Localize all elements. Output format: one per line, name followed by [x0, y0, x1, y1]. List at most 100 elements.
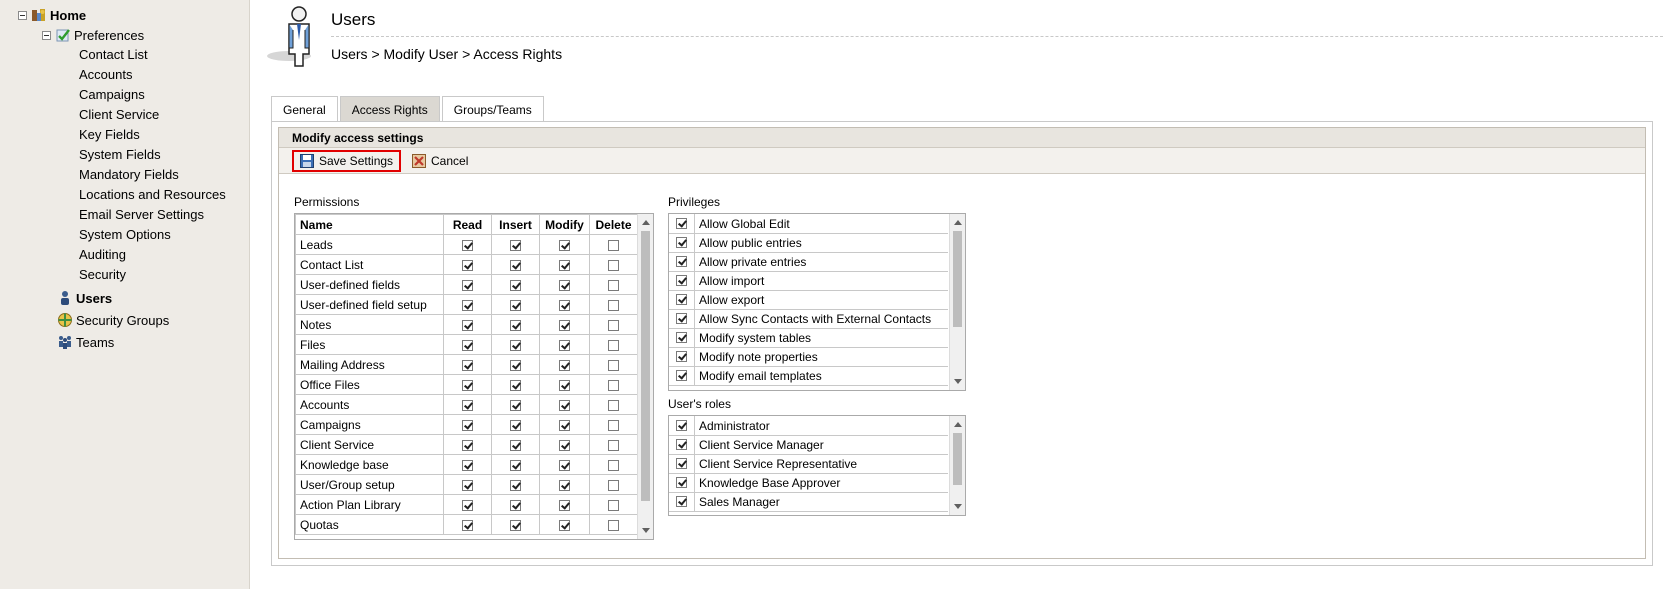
modify-checkbox[interactable]	[559, 319, 570, 331]
tree-item-security-groups[interactable]: Security Groups	[57, 310, 169, 330]
modify-checkbox[interactable]	[559, 339, 570, 351]
delete-checkbox[interactable]	[608, 279, 619, 291]
item-checkbox[interactable]	[676, 458, 687, 469]
scroll-up-arrow-icon[interactable]	[954, 220, 962, 225]
item-checkbox[interactable]	[676, 313, 687, 324]
scroll-thumb[interactable]	[953, 231, 962, 327]
delete-checkbox[interactable]	[608, 379, 619, 391]
delete-checkbox[interactable]	[608, 339, 619, 351]
read-checkbox[interactable]	[462, 479, 473, 491]
role-item[interactable]: Client Service Representative	[669, 453, 948, 474]
insert-checkbox[interactable]	[510, 519, 521, 531]
cancel-button[interactable]: Cancel	[406, 150, 474, 172]
scroll-thumb[interactable]	[953, 433, 962, 485]
item-checkbox[interactable]	[676, 370, 687, 381]
delete-checkbox[interactable]	[608, 299, 619, 311]
tab-access-rights[interactable]: Access Rights	[339, 96, 440, 122]
modify-checkbox[interactable]	[559, 259, 570, 271]
scroll-up-arrow-icon[interactable]	[642, 220, 650, 225]
modify-checkbox[interactable]	[559, 499, 570, 511]
read-checkbox[interactable]	[462, 399, 473, 411]
insert-checkbox[interactable]	[510, 499, 521, 511]
modify-checkbox[interactable]	[559, 519, 570, 531]
item-checkbox[interactable]	[676, 275, 687, 286]
tree-item-system-options[interactable]: System Options	[79, 224, 171, 244]
role-item[interactable]: Administrator	[669, 416, 948, 436]
tree-item-users[interactable]: Users	[57, 288, 112, 308]
insert-checkbox[interactable]	[510, 399, 521, 411]
read-checkbox[interactable]	[462, 319, 473, 331]
modify-checkbox[interactable]	[559, 399, 570, 411]
read-checkbox[interactable]	[462, 499, 473, 511]
item-checkbox[interactable]	[676, 332, 687, 343]
modify-checkbox[interactable]	[559, 359, 570, 371]
insert-checkbox[interactable]	[510, 319, 521, 331]
delete-checkbox[interactable]	[608, 459, 619, 471]
scroll-thumb[interactable]	[641, 231, 650, 501]
tree-item-accounts[interactable]: Accounts	[79, 64, 132, 84]
scroll-down-arrow-icon[interactable]	[642, 528, 650, 533]
item-checkbox[interactable]	[676, 439, 687, 450]
scroll-up-arrow-icon[interactable]	[954, 422, 962, 427]
modify-checkbox[interactable]	[559, 299, 570, 311]
insert-checkbox[interactable]	[510, 419, 521, 431]
privilege-item[interactable]: Modify email templates	[669, 365, 948, 386]
scroll-down-arrow-icon[interactable]	[954, 379, 962, 384]
insert-checkbox[interactable]	[510, 479, 521, 491]
tree-item-email-server-settings[interactable]: Email Server Settings	[79, 204, 204, 224]
item-checkbox[interactable]	[676, 294, 687, 305]
modify-checkbox[interactable]	[559, 239, 570, 251]
read-checkbox[interactable]	[462, 299, 473, 311]
privilege-item[interactable]: Allow private entries	[669, 251, 948, 272]
privilege-item[interactable]: Allow Global Edit	[669, 214, 948, 234]
tree-item-preferences[interactable]: Preferences	[42, 25, 144, 45]
tree-item-contact-list[interactable]: Contact List	[79, 44, 148, 64]
role-item[interactable]: Client Service Manager	[669, 434, 948, 455]
insert-checkbox[interactable]	[510, 359, 521, 371]
tab-groups-teams[interactable]: Groups/Teams	[441, 96, 544, 122]
tree-item-teams[interactable]: Teams	[57, 332, 114, 352]
delete-checkbox[interactable]	[608, 439, 619, 451]
tree-item-mandatory-fields[interactable]: Mandatory Fields	[79, 164, 179, 184]
read-checkbox[interactable]	[462, 439, 473, 451]
insert-checkbox[interactable]	[510, 379, 521, 391]
delete-checkbox[interactable]	[608, 419, 619, 431]
delete-checkbox[interactable]	[608, 519, 619, 531]
tree-item-auditing[interactable]: Auditing	[79, 244, 126, 264]
delete-checkbox[interactable]	[608, 399, 619, 411]
tree-item-campaigns[interactable]: Campaigns	[79, 84, 145, 104]
delete-checkbox[interactable]	[608, 239, 619, 251]
read-checkbox[interactable]	[462, 259, 473, 271]
role-item[interactable]: Knowledge Base Approver	[669, 472, 948, 493]
item-checkbox[interactable]	[676, 496, 687, 507]
read-checkbox[interactable]	[462, 279, 473, 291]
read-checkbox[interactable]	[462, 519, 473, 531]
modify-checkbox[interactable]	[559, 439, 570, 451]
modify-checkbox[interactable]	[559, 379, 570, 391]
read-checkbox[interactable]	[462, 339, 473, 351]
insert-checkbox[interactable]	[510, 279, 521, 291]
privilege-item[interactable]: Modify note properties	[669, 346, 948, 367]
tab-general[interactable]: General	[271, 96, 338, 122]
item-checkbox[interactable]	[676, 218, 687, 229]
roles-scrollbar[interactable]	[949, 416, 965, 515]
tree-item-locations-resources[interactable]: Locations and Resources	[79, 184, 226, 204]
delete-checkbox[interactable]	[608, 259, 619, 271]
tree-item-home[interactable]: Home	[18, 5, 86, 25]
scroll-down-arrow-icon[interactable]	[954, 504, 962, 509]
privilege-item[interactable]: Allow export	[669, 289, 948, 310]
modify-checkbox[interactable]	[559, 279, 570, 291]
delete-checkbox[interactable]	[608, 359, 619, 371]
permissions-scrollbar[interactable]	[637, 214, 653, 539]
collapse-toggle-icon[interactable]	[42, 30, 51, 40]
insert-checkbox[interactable]	[510, 259, 521, 271]
insert-checkbox[interactable]	[510, 239, 521, 251]
item-checkbox[interactable]	[676, 420, 687, 431]
insert-checkbox[interactable]	[510, 339, 521, 351]
read-checkbox[interactable]	[462, 359, 473, 371]
insert-checkbox[interactable]	[510, 459, 521, 471]
role-item[interactable]: Sales Manager	[669, 491, 948, 512]
privilege-item[interactable]: Modify system tables	[669, 327, 948, 348]
delete-checkbox[interactable]	[608, 319, 619, 331]
collapse-toggle-icon[interactable]	[18, 10, 27, 20]
